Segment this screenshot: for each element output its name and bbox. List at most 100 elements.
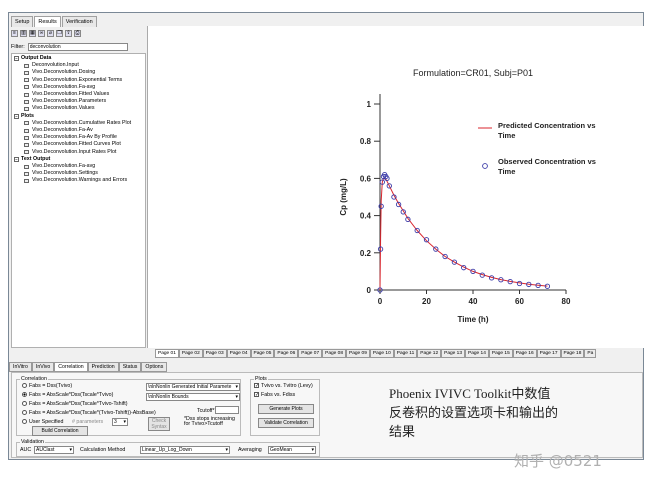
page-tab[interactable]: Page 13 <box>441 349 466 358</box>
page-tab[interactable]: Pa <box>584 349 597 358</box>
tab-correlation[interactable]: Correlation <box>54 362 88 372</box>
calc-method-select[interactable]: Linear_Up_Log_Down <box>140 446 230 454</box>
tree-group-output-data[interactable]: − Output Data <box>12 55 145 62</box>
tree-item[interactable]: Vivo.Deconvolution.Input Rates Plot <box>12 149 145 156</box>
legend-label: Observed Concentration vs <box>498 157 596 166</box>
validate-correlation-button[interactable]: Validate Correlation <box>258 418 314 428</box>
table-icon[interactable]: ▦ <box>29 29 36 37</box>
page-tab[interactable]: Page 01 <box>155 349 179 358</box>
page-tab[interactable]: Page 05 <box>250 349 275 358</box>
y-tick-label: 1 <box>367 100 372 109</box>
text-file-icon <box>24 164 29 169</box>
tree-item[interactable]: Vivo.Deconvolution.Dosing <box>12 69 145 76</box>
page-tab[interactable]: Page 16 <box>512 349 537 358</box>
tree-item[interactable]: Vivo.Deconvolution.Cumulative Rates Plot <box>12 120 145 127</box>
chart-icon[interactable]: ▥ <box>20 29 27 37</box>
tree-item[interactable]: Vivo.Deconvolution.Values <box>12 105 145 112</box>
tree-group-plots[interactable]: − Plots <box>12 113 145 120</box>
link-icon[interactable]: ∞ <box>38 29 45 37</box>
radio-icon[interactable] <box>22 392 27 398</box>
tree-item[interactable]: Vivo.Deconvolution.Fitted Values <box>12 91 145 98</box>
tree-group-text-output[interactable]: − Text Output <box>12 156 145 163</box>
page-tab[interactable]: Page 07 <box>298 349 323 358</box>
radio-icon[interactable] <box>22 383 27 389</box>
bounds-select[interactable]: \nlnNonlin Bounds <box>146 393 240 401</box>
page-tab[interactable]: Page 03 <box>202 349 227 358</box>
text-file-icon <box>24 179 29 184</box>
build-correlation-button[interactable]: Build Correlation <box>32 426 88 436</box>
page-tab[interactable]: Page 14 <box>465 349 489 358</box>
checkbox-checked-icon[interactable]: ✓ <box>254 392 259 398</box>
correlation-option[interactable]: Fabs = AbsScale*Dss(Tscale*Tvivo-Tshift) <box>22 401 127 407</box>
collapse-icon[interactable]: − <box>14 156 19 162</box>
tree-item[interactable]: Vivo.Deconvolution.Parameters <box>12 98 145 105</box>
page-tab[interactable]: Page 18 <box>560 349 585 358</box>
page-tab[interactable]: Page 04 <box>226 349 251 358</box>
tab-verification[interactable]: Verification <box>61 16 97 27</box>
page-tab[interactable]: Page 02 <box>178 349 203 358</box>
list-view-icon[interactable]: ≡ <box>11 29 18 37</box>
tcutoff-input[interactable] <box>215 406 239 414</box>
radio-icon[interactable] <box>22 401 27 407</box>
page-tab[interactable]: Page 12 <box>417 349 442 358</box>
tab-setup[interactable]: Setup <box>11 16 34 27</box>
tree-item[interactable]: Vivo.Deconvolution.Fitted Curves Plot <box>12 141 145 148</box>
plot-option-fabs[interactable]: ✓ Fabs vs. Fdiss <box>254 392 295 398</box>
correlation-option[interactable]: Fabs = AbsScale*Dss(Tscale*(Tvivo-Tshift… <box>22 410 156 416</box>
validation-group-label: Validation <box>20 439 45 445</box>
page-tab[interactable]: Page 06 <box>274 349 299 358</box>
page-tab[interactable]: Page 09 <box>346 349 370 358</box>
averaging-label: Averaging <box>238 447 262 453</box>
tab-results[interactable]: Results <box>34 16 61 27</box>
filter-label: Filter: <box>11 43 25 50</box>
copy-icon[interactable]: ❐ <box>56 29 63 37</box>
params-select[interactable]: 3 <box>112 418 128 426</box>
averaging-select[interactable]: GeoMean <box>268 446 316 454</box>
tree-item[interactable]: Vivo.Deconvolution.Fa-Av <box>12 127 145 134</box>
correlation-option[interactable]: Fabs = Dss(Tvivo) <box>22 383 72 389</box>
collapse-icon[interactable]: − <box>14 56 19 62</box>
unlink-icon[interactable]: ⌀ <box>47 29 54 37</box>
radio-icon[interactable] <box>22 419 27 425</box>
tab-prediction[interactable]: Prediction <box>87 362 119 372</box>
legend-label: Time <box>498 131 515 140</box>
page-tab[interactable]: Page 11 <box>393 349 418 358</box>
tree-item[interactable]: Vivo.Deconvolution.Warnings and Errors <box>12 177 145 184</box>
plot-icon <box>24 121 29 126</box>
filter-input[interactable] <box>27 42 128 51</box>
tree-item[interactable]: Vivo.Deconvolution.Exponential Terms <box>12 77 145 84</box>
auc-select[interactable]: AUClast <box>34 446 74 454</box>
generate-plots-button[interactable]: Generate Plots <box>258 404 314 414</box>
export-icon[interactable]: ⇪ <box>65 29 72 37</box>
page-tab[interactable]: Page 10 <box>369 349 394 358</box>
tree-item[interactable]: Deconvolution.Input <box>12 62 145 69</box>
caption-line-2: 反卷积的设置选项卡和输出的 <box>389 405 559 420</box>
print-icon[interactable]: ⎙ <box>74 29 81 37</box>
tree-item[interactable]: Vivo.Deconvolution.Fa-Av By Profile <box>12 134 145 141</box>
y-tick-label: 0.2 <box>360 249 372 258</box>
y-axis-label: Cp (mg/L) <box>339 178 348 216</box>
check-syntax-button[interactable]: Check Syntax <box>148 417 170 431</box>
plot-option-levy[interactable]: ✓ Tvivo vs. Tvitro (Levy) <box>254 383 313 389</box>
y-tick-label: 0.6 <box>360 174 372 183</box>
bottom-tabs: InVitro InVivo Correlation Prediction St… <box>9 362 168 372</box>
x-tick-label: 80 <box>562 297 571 306</box>
page-tab[interactable]: Page 15 <box>488 349 513 358</box>
checkbox-checked-icon[interactable]: ✓ <box>254 383 259 389</box>
tab-status[interactable]: Status <box>118 362 142 372</box>
tree-item[interactable]: Vivo.Deconvolution.Fa-avg <box>12 163 145 170</box>
radio-icon[interactable] <box>22 410 27 416</box>
tree-item[interactable]: Vivo.Deconvolution.Settings <box>12 170 145 177</box>
tree-item[interactable]: Vivo.Deconvolution.Fa-avg <box>12 84 145 91</box>
collapse-icon[interactable]: − <box>14 113 19 119</box>
correlation-option[interactable]: User Specified <box>22 419 63 425</box>
tab-options[interactable]: Options <box>141 362 168 372</box>
page-tab[interactable]: Page 17 <box>536 349 561 358</box>
correlation-option[interactable]: Fabs = AbsScale*Dss(Tscale*Tvivo) <box>22 392 113 398</box>
tab-invitro[interactable]: InVitro <box>9 362 32 372</box>
initial-params-select[interactable]: \nlnNonlin Generated Initial Paramete <box>146 383 240 391</box>
calc-method-label: Calculation Method <box>80 447 126 453</box>
tab-invivo[interactable]: InVivo <box>31 362 55 372</box>
page-tab[interactable]: Page 08 <box>322 349 346 358</box>
auc-label: AUC <box>20 447 32 453</box>
